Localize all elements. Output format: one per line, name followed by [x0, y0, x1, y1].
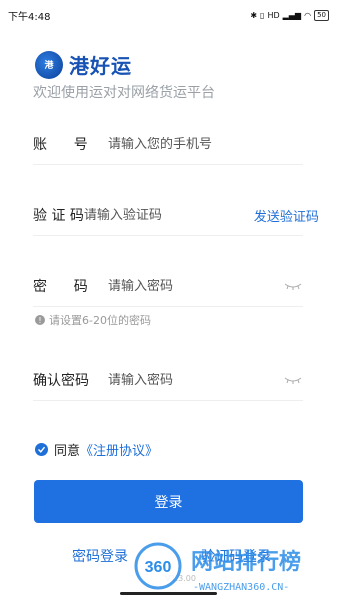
account-row: 账 号 — [33, 124, 303, 165]
bluetooth-icon: ✱ — [250, 10, 258, 20]
account-label: 账 号 — [33, 137, 88, 153]
signal-label: HD — [267, 10, 280, 20]
battery-icon: 50 — [314, 9, 329, 21]
password-login-link[interactable]: 密码登录 — [72, 546, 128, 566]
status-time: 下午4:48 — [8, 11, 51, 23]
phone-input[interactable] — [108, 136, 303, 152]
password-label: 密 码 — [33, 279, 88, 295]
agreement-checkbox[interactable] — [35, 443, 48, 456]
password-hint: ! 请设置6-20位的密码 — [35, 312, 151, 328]
logo-icon: 港 — [35, 50, 63, 79]
signal-icon: ▂▄▆ — [282, 10, 302, 20]
welcome-subtitle: 欢迎使用运对对网络货运平台 — [33, 85, 215, 101]
code-input[interactable] — [83, 207, 254, 223]
eye-closed-icon[interactable] — [283, 374, 303, 386]
agreement-link[interactable]: 《注册协议》 — [80, 440, 158, 459]
home-indicator[interactable] — [120, 592, 217, 595]
wifi-icon: ◠ — [304, 10, 312, 20]
password-input[interactable] — [108, 278, 283, 294]
status-bar: 下午4:48 ✱ ▯ HD ▂▄▆ ◠ 50 — [0, 0, 337, 30]
code-label: 验 证 码 — [33, 208, 84, 224]
send-code-button[interactable]: 发送验证码 — [254, 206, 319, 225]
status-icons: ✱ ▯ HD ▂▄▆ ◠ 50 — [250, 9, 329, 21]
brand-logo: 港 港好运 — [35, 50, 132, 79]
app-name: 港好运 — [69, 54, 132, 78]
confirm-password-row: 确认密码 — [33, 360, 303, 401]
login-button[interactable]: 登录 — [34, 480, 303, 523]
agreement-prefix: 同意 — [54, 444, 81, 459]
info-icon: ! — [35, 315, 45, 325]
login-mode-links: 密码登录 验证码登录 — [0, 546, 337, 566]
confirm-password-input[interactable] — [108, 372, 283, 388]
agreement-row: 同意 《注册协议》 — [35, 440, 158, 459]
eye-closed-icon[interactable] — [283, 280, 303, 292]
check-icon — [38, 446, 46, 453]
vibrate-icon: ▯ — [260, 10, 265, 20]
password-row: 密 码 — [33, 266, 303, 307]
code-row: 验 证 码 发送验证码 — [33, 195, 319, 236]
code-login-link[interactable]: 验证码登录 — [201, 546, 271, 566]
version-label: V1.3.00 — [165, 574, 196, 583]
confirm-password-label: 确认密码 — [33, 373, 89, 389]
